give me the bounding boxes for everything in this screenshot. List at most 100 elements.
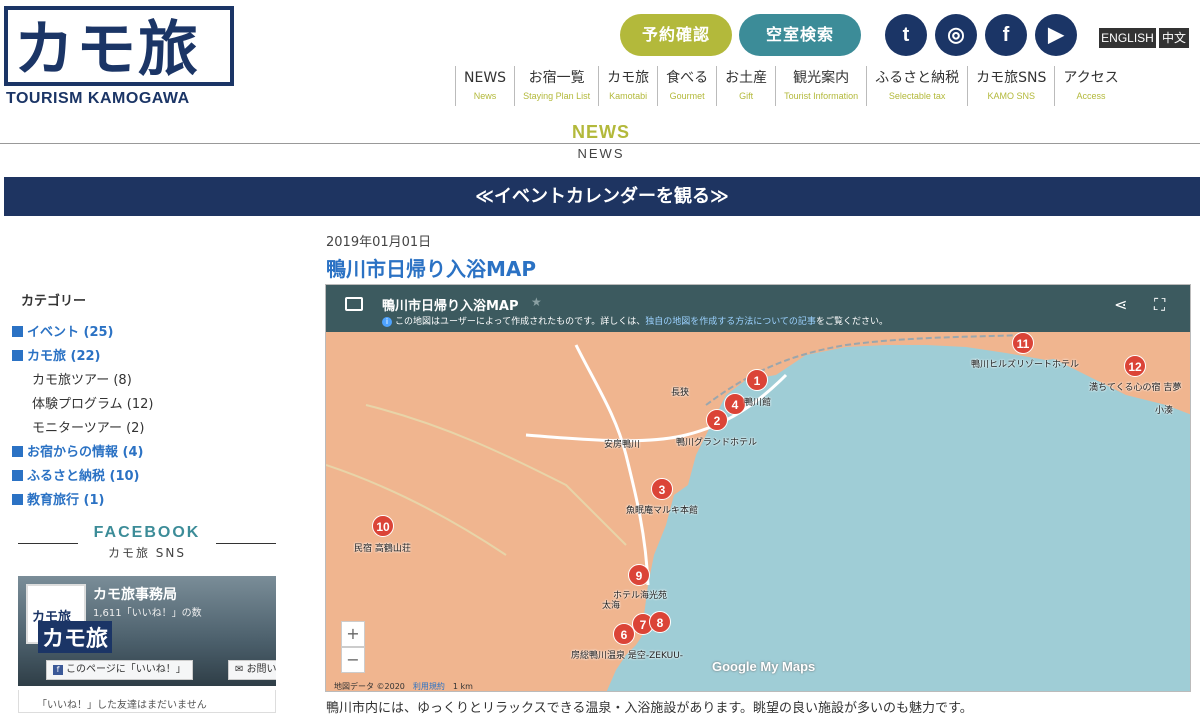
map-pin-label: 鴨川館 [744,398,772,408]
zoom-out-button[interactable]: − [341,647,365,673]
facebook-heading: FACEBOOK カモ旅 SNS [18,524,278,564]
category-title: カテゴリー [21,294,87,309]
category-item-monitor-tour[interactable]: モニターツアー (2) [32,417,282,441]
map-credit: 地図データ ©2020 利用規約 1 km [334,681,473,691]
category-label: ふるさと納税 (10) [27,469,140,484]
nav-label: お宿一覧 [528,70,585,86]
bullet-square-icon [12,350,23,361]
map-legend-toggle-icon[interactable] [345,297,363,311]
nav-label: アクセス [1063,70,1119,86]
map-pin-11[interactable]: 11 [1012,332,1034,354]
nav-label: カモ旅SNS [976,70,1047,86]
heading-rule [0,143,1200,144]
zoom-in-button[interactable]: + [341,621,365,647]
nav-kamotabi[interactable]: カモ旅 Kamotabi [598,66,657,106]
nav-news[interactable]: NEWS News [455,66,514,106]
vacancy-search-button[interactable]: 空室検索 [739,14,861,56]
site-header: カモ旅 TOURISM KAMOGAWA 予約確認 空室検索 t ◎ f ▶ E… [0,0,1200,115]
facebook-icon: f [53,665,63,675]
map-title[interactable]: 鴨川市日帰り入浴MAP [382,295,519,314]
map-pin-12[interactable]: 12 [1124,355,1146,377]
facebook-title: FACEBOOK [93,524,201,541]
category-item-kamotabi-tour[interactable]: カモ旅ツアー (8) [32,369,282,393]
english-language-button[interactable]: ENGLISH [1099,28,1156,48]
section-title: NEWS [557,122,645,143]
nav-label: お土産 [725,70,768,86]
bullet-square-icon [12,494,23,505]
map-pin-label: 民宿 高鶴山荘 [354,544,411,554]
fullscreen-icon[interactable]: ⛶ [1154,295,1165,315]
star-icon[interactable]: ★ [531,295,542,309]
map-pin-label: 満ちてくる心の宿 吉夢 [1089,383,1182,393]
post-date: 2019年01月01日 [326,235,432,250]
nav-sublabel: Kamotabi [609,91,648,101]
map-place-label: 小湊 [1155,406,1174,416]
map-place-label: 長狭 [671,388,690,398]
youtube-icon[interactable]: ▶ [1035,14,1077,56]
map-note-prefix: この地図はユーザーによって作成されたものです。詳しくは、 [395,317,646,327]
facebook-like-button[interactable]: f このページに「いいね！」 [46,660,193,680]
nav-sublabel: Gourmet [669,91,705,101]
site-logo[interactable]: カモ旅 TOURISM KAMOGAWA [4,6,236,110]
nav-gourmet[interactable]: 食べる Gourmet [657,66,716,106]
section-heading: NEWS NEWS [0,122,1200,166]
heading-rule [18,543,78,544]
nav-sublabel: Gift [739,91,754,101]
nav-stay-list[interactable]: お宿一覧 Staying Plan List [514,66,598,106]
logo-text: カモ旅 [14,15,200,85]
map-terms-link[interactable]: 利用規約 [413,682,445,691]
bullet-square-icon [12,470,23,481]
share-icon[interactable]: ⋖ [1114,295,1127,314]
category-item-inn-info[interactable]: お宿からの情報 (4) [12,441,282,465]
map-pin-9[interactable]: 9 [628,564,650,586]
category-item-kamotabi[interactable]: カモ旅 (22) [12,345,282,369]
nav-sublabel: Selectable tax [888,91,946,101]
map-help-link[interactable]: 独自の地図を作成する方法についての記事 [645,317,816,327]
map-note: i この地図はユーザーによって作成されたものです。詳しくは、独自の地図を作成する方… [382,314,888,327]
map-data-credit: 地図データ ©2020 [334,682,405,691]
embedded-map[interactable]: 鴨川市日帰り入浴MAP ★ i この地図はユーザーによって作成されたものです。詳し… [325,284,1191,692]
reservation-check-button[interactable]: 予約確認 [620,14,732,56]
bullet-square-icon [12,326,23,337]
nav-kamo-sns[interactable]: カモ旅SNS KAMO SNS [967,66,1054,106]
map-place-label: 房総鴨川温泉 是空-ZEKUU- [571,651,684,661]
facebook-page-widget[interactable]: カモ旅 カモ旅事務局 1,611「いいね！」の数 カモ旅 f このページに「いいね… [18,576,276,686]
map-pin-8[interactable]: 8 [649,611,671,633]
post-title[interactable]: 鴨川市日帰り入浴MAP [326,253,536,282]
map-place-label: 太海 [602,601,621,611]
info-icon: i [382,317,392,327]
nav-sublabel: Access [1076,91,1106,101]
map-pin-10[interactable]: 10 [372,515,394,537]
nav-label: NEWS [464,70,507,86]
nav-gift[interactable]: お土産 Gift [716,66,775,106]
map-pin-3[interactable]: 3 [651,478,673,500]
nav-sublabel: News [473,91,497,101]
map-pin-label: ホテル海光苑 [613,591,668,601]
facebook-contact-button[interactable]: ✉ お問い合 [228,660,276,680]
category-item-school-trip[interactable]: 教育旅行 (1) [12,489,282,513]
map-pin-2[interactable]: 2 [706,409,728,431]
map-pin-1[interactable]: 1 [746,369,768,391]
nav-sublabel: KAMO SNS [987,91,1036,101]
map-pin-label: 鴨川ヒルズリゾートホテル [971,360,1080,370]
category-label: イベント (25) [27,325,114,340]
facebook-icon[interactable]: f [985,14,1027,56]
nav-furusato-tax[interactable]: ふるさと納税 Selectable tax [866,66,967,106]
event-calendar-link[interactable]: ≪イベントカレンダーを観る≫ [4,177,1200,216]
map-pin-4[interactable]: 4 [724,393,746,415]
nav-tourist-info[interactable]: 観光案内 Tourist Information [775,66,866,106]
category-label: お宿からの情報 (4) [27,445,144,460]
map-scale: 1 km [452,682,473,691]
instagram-icon[interactable]: ◎ [935,14,977,56]
chinese-language-button[interactable]: 中文 [1159,28,1189,48]
category-item-furusato[interactable]: ふるさと納税 (10) [12,465,282,489]
twitter-icon[interactable]: t [885,14,927,56]
category-item-experience[interactable]: 体験プログラム (12) [32,393,282,417]
category-item-event[interactable]: イベント (25) [12,321,282,345]
map-pin-label: 魚眠庵マルキ本館 [626,506,699,516]
nav-label: カモ旅 [607,70,650,86]
map-canvas[interactable] [326,285,1191,692]
nav-label: 食べる [666,70,709,86]
facebook-page-name[interactable]: カモ旅事務局 [93,584,177,604]
nav-access[interactable]: アクセス Access [1054,66,1126,106]
